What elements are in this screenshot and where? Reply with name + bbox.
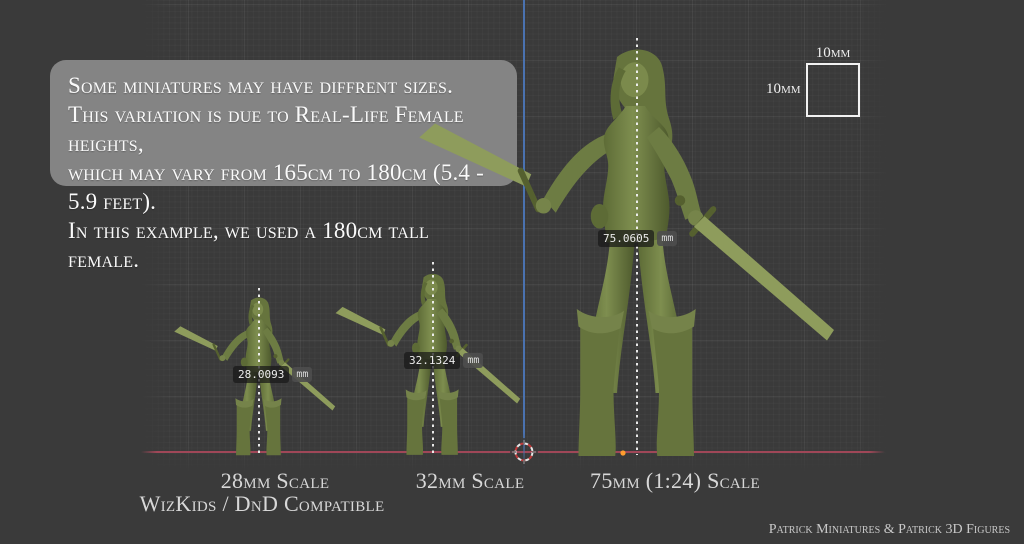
credit-text: Patrick Miniatures & Patrick 3D Figures (769, 522, 1010, 538)
measure-label-32mm: 32.1324 mm (404, 352, 483, 369)
measure-value-28mm: 28.0093 (233, 366, 289, 383)
measure-value-32mm: 32.1324 (404, 352, 460, 369)
measure-unit-32mm: mm (463, 353, 483, 368)
measure-value-75mm: 75.0605 (598, 230, 654, 247)
measure-label-28mm: 28.0093 mm (233, 366, 312, 383)
object-origin-dot (619, 449, 627, 457)
scale-sublabel-wizkids-dnd: WizKids / DnD Compatible (140, 491, 385, 517)
scale-label-32mm: 32mm Scale (416, 468, 525, 494)
measure-label-75mm: 75.0605 mm (598, 230, 677, 247)
measure-unit-28mm: mm (292, 367, 312, 382)
scale-label-75mm: 75mm (1:24) Scale (590, 468, 760, 494)
measure-unit-75mm: mm (657, 231, 677, 246)
origin-3d-cursor (509, 437, 539, 467)
reference-square-side-label: 10mm (766, 82, 800, 97)
blender-viewport[interactable]: Some miniatures may have diffrent sizes.… (0, 0, 1024, 544)
reference-square-10mm (806, 63, 860, 117)
miniature-75mm-figure[interactable] (414, 43, 869, 463)
reference-square-top-label: 10mm (806, 46, 860, 61)
